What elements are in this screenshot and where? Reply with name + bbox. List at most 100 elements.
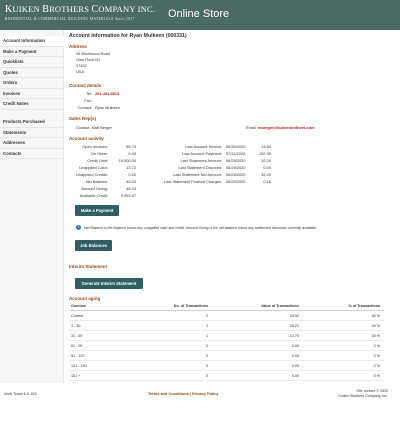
unapplied-credits-value: 0.00 <box>128 172 136 177</box>
sidebar-item-orders[interactable]: Orders <box>0 78 64 89</box>
logo-word: ROTHERS <box>49 4 92 14</box>
copyright-block: Site content © 2020 Kuiken Brothers Comp… <box>339 389 388 399</box>
net-balance-value: 46.03 <box>126 179 136 184</box>
aging-pct-cell: 40 % <box>371 314 380 318</box>
aging-pct-cell: 0 % <box>373 344 380 348</box>
on-order-label: On Order: <box>90 151 108 156</box>
table-row: 151 + 0 0.00 0 % <box>69 372 384 381</box>
sidebar-item-credit-notes[interactable]: Credit Notes <box>0 99 64 110</box>
account-activity-heading: Account activity <box>69 136 104 141</box>
unapplied-cash-value: 13.72 <box>126 165 136 170</box>
credit-limit-value: 10,000.00 <box>118 158 136 163</box>
available-credit-label: Available Credit: <box>79 193 108 198</box>
sidebar-item-statements[interactable]: Statements <box>0 128 64 138</box>
col-num-transactions: No. of Transactions <box>173 304 208 308</box>
last-payment-date: 07/11/2020 <box>226 151 246 156</box>
generate-interim-statement-button[interactable]: Generate Interim Statement <box>75 278 143 289</box>
credit-limit-label: Credit Limit: <box>87 158 108 163</box>
aging-count-cell: 0 <box>205 344 208 348</box>
last-statement-amount-date: 06/29/2020 <box>226 158 246 163</box>
address-heading: Address <box>69 44 88 49</box>
unapplied-cash-label: Unapplied Cash: <box>79 165 108 170</box>
last-payment-label: Last Account Payment: <box>182 151 222 156</box>
address-line-4: USA <box>76 69 84 74</box>
last-statement-net-date: 06/29/2020 <box>226 172 246 177</box>
aging-value-cell: 0.00 <box>291 354 299 358</box>
address-line-1: 45 Birchwood Road <box>76 51 110 56</box>
sidebar-item-addresses[interactable]: Addresses <box>0 138 64 149</box>
aging-overdue-cell: 1 - 30 <box>71 324 81 328</box>
last-invoice-date: 06/30/2020 <box>226 144 246 149</box>
aging-pct-cell: 40 % <box>371 324 380 328</box>
privacy-link[interactable]: Privacy Policy <box>192 391 218 396</box>
amount-owing-value: 46.03 <box>126 186 136 191</box>
sidebar-item-quicklists[interactable]: Quicklists <box>0 57 64 68</box>
aging-pct-cell: 0 % <box>373 364 380 368</box>
contact-value: Ryan Mulkeen <box>95 105 120 110</box>
sidebar-item-make-a-payment[interactable]: Make a Payment <box>0 47 64 57</box>
last-statement-discount-label: Last Statement Discount: <box>178 165 222 170</box>
footer: Web Track 6.0.153 Terms and Conditions |… <box>0 385 400 405</box>
last-statement-discount-date: 06/29/2020 <box>226 165 246 170</box>
sidebar: Account Information Make a Payment Quick… <box>0 30 64 383</box>
aging-overdue-cell: 121 - 150 <box>71 364 87 368</box>
last-finance-charges-date: 06/29/2020 <box>226 179 246 184</box>
last-statement-net-label: Last Statement Net Amount: <box>173 172 222 177</box>
net-balance-label: Net Balance: <box>85 179 108 184</box>
sales-rep-contact: Contact: Matt Berger <box>76 125 112 130</box>
version-text: Web Track 6.0.153 <box>4 391 37 396</box>
aging-value-cell: 33.52 <box>289 314 299 318</box>
sales-rep-email-link[interactable]: mberger@kuikenbrothers.com <box>258 125 315 130</box>
table-row: 61 - 90 0 0.00 0 % <box>69 342 384 351</box>
terms-link[interactable]: Terms and Conditions <box>148 391 189 396</box>
page-title: Account Information for Ryan Mulkeen (00… <box>69 33 187 39</box>
aging-overdue-cell: 31 - 60 <box>71 334 83 338</box>
sidebar-item-contacts[interactable]: Contacts <box>0 149 64 159</box>
aging-value-cell: 0.00 <box>291 344 299 348</box>
col-value-transactions: Value of Transactions <box>261 304 299 308</box>
last-payment-amount: -152.30 <box>257 151 271 156</box>
sidebar-item-quotes[interactable]: Quotes <box>0 68 64 78</box>
sidebar-item-account-information[interactable]: Account Information <box>0 36 64 47</box>
store-title: Online Store <box>168 8 230 20</box>
table-row: 31 - 60 1 -13.70 20 % <box>69 332 384 341</box>
table-row: 121 - 150 0 0.00 0 % <box>69 362 384 371</box>
aging-pct-cell: 20 % <box>371 334 380 338</box>
tel-value[interactable]: 201-491-9513 <box>95 91 119 96</box>
aging-value-cell: 0.00 <box>291 364 299 368</box>
info-icon: i <box>76 225 81 230</box>
table-row: 1 - 30 2 26.21 40 % <box>69 322 384 331</box>
footer-links: Terms and Conditions | Privacy Policy <box>148 391 218 396</box>
company-logo[interactable]: KUIKEN BROTHERS COMPANY INC. RESIDENTIAL… <box>5 4 155 26</box>
tagline-text: RESIDENTIAL & COMMERCIAL BUILDING MATERI… <box>5 17 114 21</box>
logo-word: OMPANY <box>98 4 138 14</box>
aging-count-cell: 0 <box>205 354 208 358</box>
last-statement-amount-value: 32.20 <box>261 158 271 163</box>
main-content: Account Information for Ryan Mulkeen (00… <box>64 30 384 383</box>
aging-count-cell: 0 <box>205 364 208 368</box>
last-finance-charges-label: Last Statement Finance Charges: <box>164 179 222 184</box>
aging-count-cell: 2 <box>205 314 208 318</box>
tel-label: Tel: <box>85 91 92 96</box>
aging-value-cell: 26.21 <box>289 324 299 328</box>
address-line-3: 07452 <box>76 63 87 68</box>
sales-rep-email-label: Email: <box>246 125 257 130</box>
company-tagline: RESIDENTIAL & COMMERCIAL BUILDING MATERI… <box>5 17 135 21</box>
aging-value-cell: -13.70 <box>288 334 299 338</box>
aging-overdue-cell: 61 - 90 <box>71 344 83 348</box>
unapplied-credits-label: Unapplied Credits: <box>75 172 108 177</box>
address-line-2: Glen Rock NJ <box>76 57 100 62</box>
contact-label: Contact: <box>77 105 93 110</box>
balance-note: Net Balance is the Balance minus any una… <box>84 226 317 230</box>
amount-owing-label: Amount Owing: <box>81 186 108 191</box>
table-row: 91 - 120 0 0.00 0 % <box>69 352 384 361</box>
make-payment-button[interactable]: Make a Payment <box>75 205 119 216</box>
sidebar-item-invoices[interactable]: Invoices <box>0 89 64 99</box>
sales-rep-heading: Sales Rep(s) <box>69 116 97 121</box>
job-balances-button[interactable]: Job Balances <box>75 240 112 251</box>
logo-word: UIKEN <box>12 4 43 14</box>
last-statement-amount-label: Last Statement Amount: <box>180 158 222 163</box>
open-invoices-value: 59.73 <box>126 144 136 149</box>
sidebar-item-products-purchased[interactable]: Products Purchased <box>0 117 64 128</box>
col-pct-transactions: % of Transactions <box>348 304 380 308</box>
